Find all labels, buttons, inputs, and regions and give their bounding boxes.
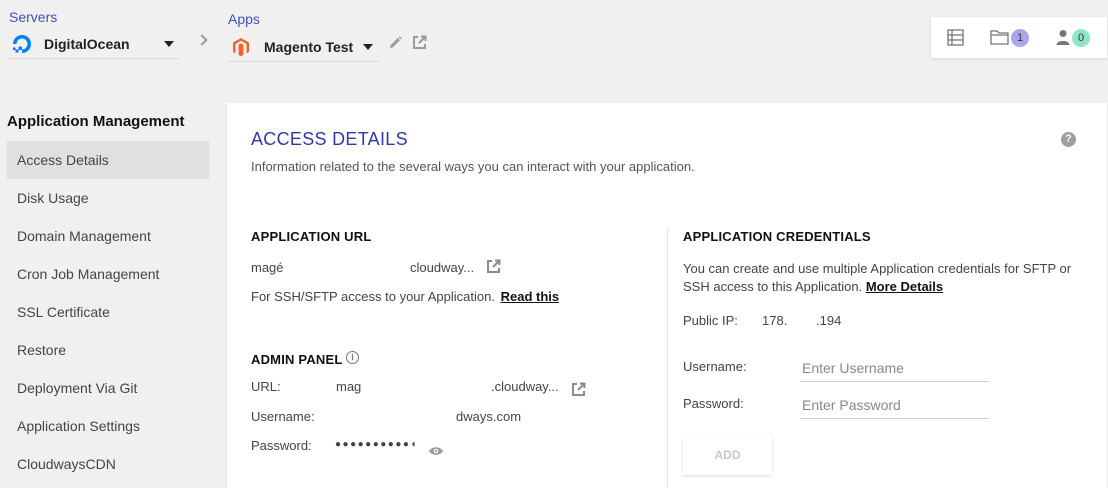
sidebar-item-ssl-certificate[interactable]: SSL Certificate	[7, 293, 209, 331]
admin-url-end[interactable]: .cloudway...	[491, 379, 559, 394]
sidebar-item-deployment-via-git[interactable]: Deployment Via Git	[7, 369, 209, 407]
application-credentials-heading: APPLICATION CREDENTIALS	[683, 229, 871, 244]
sidebar-item-restore[interactable]: Restore	[7, 331, 209, 369]
column-divider	[667, 228, 668, 488]
apps-label: Apps	[228, 11, 260, 27]
eye-icon[interactable]	[428, 444, 444, 462]
digitalocean-icon	[10, 32, 34, 56]
more-details-link[interactable]: More Details	[866, 279, 943, 294]
admin-url-start: mag	[336, 379, 362, 394]
sidebar-item-application-settings[interactable]: Application Settings	[7, 407, 209, 445]
sidebar-item-disk-usage[interactable]: Disk Usage	[7, 179, 209, 217]
sidebar-title: Application Management	[7, 113, 185, 130]
server-name: DigitalOcean	[44, 35, 130, 52]
admin-url-label: URL:	[251, 379, 281, 394]
application-url-start: magé	[251, 260, 284, 275]
chevron-right-icon	[196, 34, 208, 46]
public-ip-label: Public IP:	[683, 313, 738, 328]
servers-label: Servers	[9, 9, 58, 25]
application-url-heading: APPLICATION URL	[251, 229, 372, 244]
admin-username-value: dways.com	[456, 409, 522, 424]
chevron-down-icon	[164, 40, 174, 47]
admin-panel-heading: ADMIN PANEL	[251, 352, 343, 367]
pencil-icon[interactable]	[389, 36, 402, 54]
user-icon[interactable]	[1056, 29, 1070, 50]
folder-icon[interactable]	[990, 29, 1009, 50]
credentials-username-input[interactable]	[800, 354, 989, 382]
credentials-description: You can create and use multiple Applicat…	[683, 260, 1087, 296]
sidebar-item-cron-job-management[interactable]: Cron Job Management	[7, 255, 209, 293]
credentials-username-label: Username:	[683, 359, 747, 374]
admin-password-value: ●●●●●●●●●●◖	[335, 439, 418, 450]
credentials-password-label: Password:	[683, 396, 744, 411]
sidebar-item-cloudwayscdn[interactable]: CloudwaysCDN	[7, 445, 209, 483]
chevron-down-icon	[363, 43, 373, 50]
external-link-icon[interactable]	[412, 35, 427, 55]
server-list-icon[interactable]	[947, 29, 964, 51]
sidebar-item-access-details[interactable]: Access Details	[7, 141, 209, 179]
external-link-icon[interactable]	[486, 259, 501, 279]
external-link-icon[interactable]	[571, 382, 586, 402]
ssh-access-text: For SSH/SFTP access to your Application.	[251, 289, 495, 304]
app-name: Magento Test	[264, 38, 354, 55]
read-this-link[interactable]: Read this	[501, 289, 560, 304]
help-icon[interactable]: ?	[1061, 132, 1076, 147]
page-subtitle: Information related to the several ways …	[251, 159, 695, 174]
page-title: ACCESS DETAILS	[251, 129, 408, 149]
credentials-password-input[interactable]	[800, 391, 989, 419]
users-count-badge: 0	[1072, 29, 1090, 47]
magento-icon	[230, 36, 252, 58]
public-ip-part-a: 178.	[762, 313, 788, 328]
files-count-badge: 1	[1011, 29, 1029, 47]
application-url-end[interactable]: cloudway...	[410, 260, 474, 275]
access-details-card: ACCESS DETAILS Information related to th…	[227, 103, 1107, 488]
info-icon[interactable]: i	[346, 351, 359, 364]
sidebar-item-domain-management[interactable]: Domain Management	[7, 217, 209, 255]
add-credentials-button[interactable]: ADD	[683, 435, 772, 475]
admin-password-label: Password:	[251, 438, 312, 453]
ssh-access-note: For SSH/SFTP access to your Application.…	[251, 289, 559, 304]
server-selector[interactable]: DigitalOcean	[9, 29, 179, 59]
public-ip-part-b: .194	[816, 313, 842, 328]
app-selector[interactable]: Magento Test	[228, 32, 379, 62]
admin-username-label: Username:	[251, 409, 315, 424]
top-right-toolbar: 1 0	[931, 17, 1107, 58]
